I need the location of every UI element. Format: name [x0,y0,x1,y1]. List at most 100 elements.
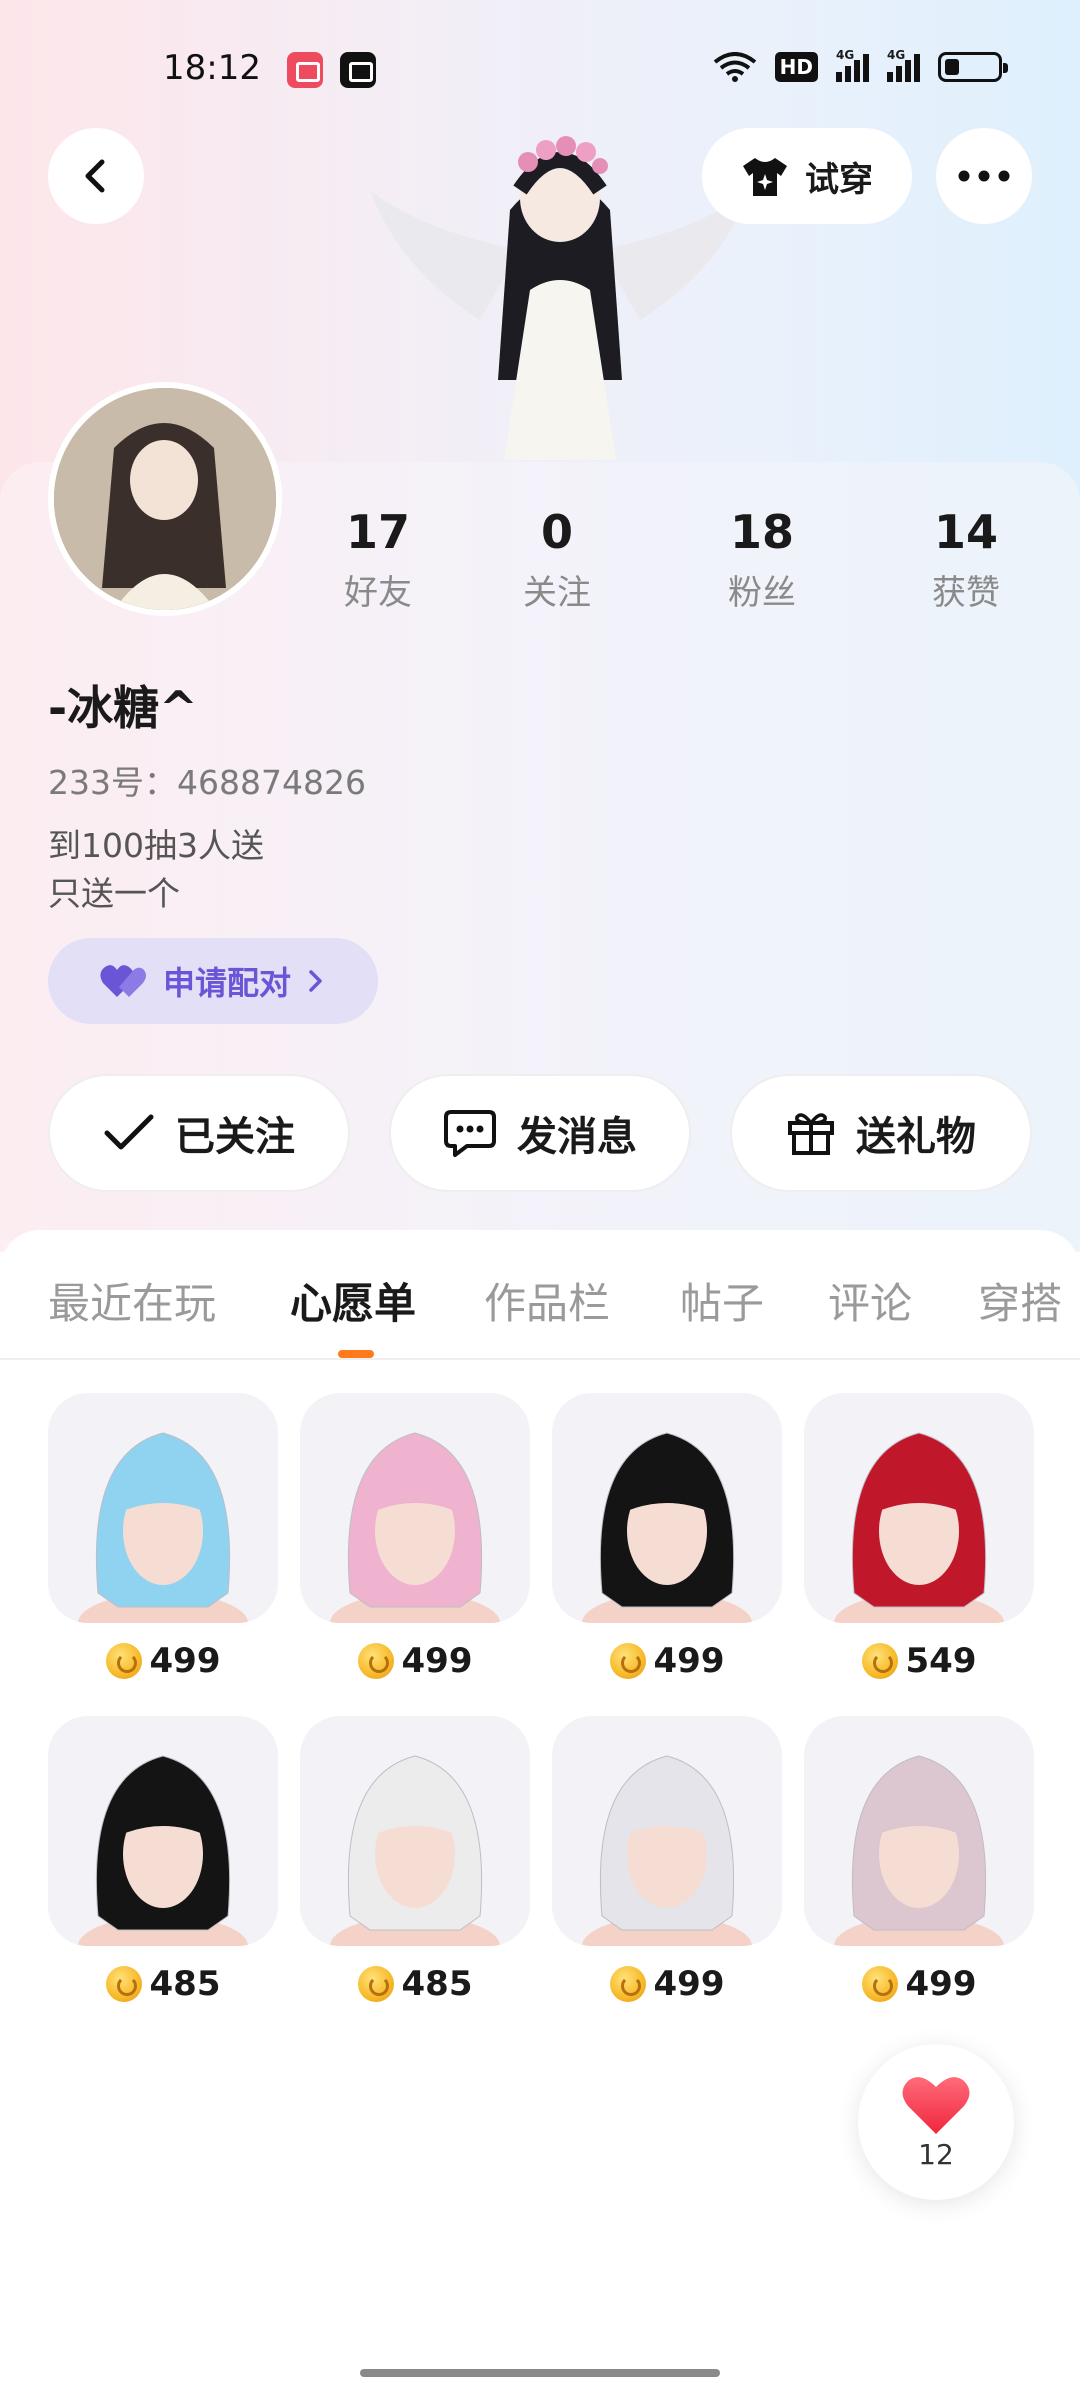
active-tab-indicator [338,1350,374,1358]
stat-friends[interactable]: 17 好友 [288,505,468,614]
item-price: 485 [48,1964,278,2004]
send-gift-label: 送礼物 [856,1114,976,1160]
wishlist-item[interactable]: 499 [804,1716,1034,2004]
hair-item-thumbnail [48,1393,278,1623]
chevron-left-icon [85,159,105,193]
stat-value: 0 [540,505,573,559]
stat-fans[interactable]: 18 粉丝 [672,505,852,614]
try-on-button[interactable]: 试穿 [702,128,912,224]
hair-icon [330,1432,500,1623]
hair-item-thumbnail [300,1393,530,1623]
hair-item-thumbnail [300,1716,530,1946]
item-price: 549 [804,1641,1034,1681]
price-value: 499 [653,1641,725,1681]
item-price: 499 [48,1641,278,1681]
username: -冰糖^ [48,681,198,735]
price-value: 499 [401,1641,473,1681]
tab-wishlist[interactable]: 心愿单 [290,1270,416,1331]
item-price: 499 [552,1641,782,1681]
hair-item-thumbnail [552,1393,782,1623]
item-price: 499 [300,1641,530,1681]
wishlist-item[interactable]: 485 [300,1716,530,2004]
stat-following[interactable]: 0 关注 [467,505,647,614]
price-value: 499 [905,1964,977,2004]
checkmark-icon [104,1114,154,1150]
followed-button[interactable]: 已关注 [48,1074,350,1192]
item-price: 485 [300,1964,530,2004]
price-value: 499 [653,1964,725,2004]
stat-label: 获赞 [932,573,1000,613]
hair-item-thumbnail [804,1393,1034,1623]
wishlist-item[interactable]: 485 [48,1716,278,2004]
coin-icon [609,1643,646,1679]
wishlist-item[interactable]: 549 [804,1393,1034,1681]
hair-icon [834,1432,1004,1623]
hair-item-thumbnail [804,1716,1034,1946]
coin-icon [105,1966,142,2002]
item-price: 499 [804,1964,1034,2004]
wishlist-item[interactable]: 499 [552,1393,782,1681]
avatar-3d-figure [370,136,750,460]
double-heart-icon [100,965,146,997]
gift-icon [788,1113,834,1155]
coin-icon [105,1643,142,1679]
chat-bubble-icon [444,1110,496,1157]
coin-icon [357,1966,394,2002]
tab-outfits[interactable]: 穿搭 [978,1270,1062,1331]
wishlist-item[interactable]: 499 [300,1393,530,1681]
coin-icon [861,1966,898,2002]
tab-posts[interactable]: 帖子 [680,1270,764,1331]
tshirt-icon [743,158,787,196]
hair-icon [78,1432,248,1623]
tab-works[interactable]: 作品栏 [484,1270,610,1331]
send-message-button[interactable]: 发消息 [389,1074,691,1192]
hair-icon [330,1755,500,1946]
item-price: 499 [552,1964,782,2004]
stat-label: 关注 [523,573,591,613]
tab-recently-played[interactable]: 最近在玩 [48,1270,216,1331]
stat-label: 粉丝 [728,573,796,613]
more-button[interactable] [936,128,1032,224]
like-button[interactable]: 12 [858,2044,1014,2200]
avatar-photo [54,388,276,610]
tab-bar: 最近在玩 心愿单 作品栏 帖子 评论 穿搭 [0,1230,1080,1360]
coin-icon [357,1643,394,1679]
price-value: 485 [401,1964,473,2004]
heart-icon [902,2076,970,2134]
battery-icon [938,52,1008,82]
hair-icon [78,1755,248,1946]
followed-label: 已关注 [175,1114,295,1160]
bio-line: 到100抽3人送 [48,826,264,865]
signal-icon: 4G [836,48,869,82]
wifi-icon [713,52,756,82]
hair-icon [582,1432,752,1623]
bio: 到100抽3人送 只送一个 [48,822,264,918]
coin-icon [861,1643,898,1679]
back-button[interactable] [48,128,144,224]
wishlist-item[interactable]: 499 [552,1716,782,2004]
status-icons: HD 4G 4G [713,48,1008,82]
price-value: 549 [905,1641,977,1681]
like-count: 12 [918,2137,954,2171]
coin-icon [609,1966,646,2002]
stat-value: 14 [933,505,998,559]
home-indicator[interactable] [360,2369,720,2377]
stat-likes[interactable]: 14 获赞 [876,505,1056,614]
hair-item-thumbnail [552,1716,782,1946]
screen-record-icon [287,52,323,88]
price-value: 485 [149,1964,221,2004]
request-pair-button[interactable]: 申请配对 [48,938,378,1024]
stat-value: 17 [345,505,410,559]
tab-comments[interactable]: 评论 [828,1270,912,1331]
send-gift-button[interactable]: 送礼物 [730,1074,1032,1192]
user-id: 233号：468874826 [48,763,366,802]
hair-item-thumbnail [48,1716,278,1946]
bio-line: 只送一个 [48,874,180,913]
request-pair-label: 申请配对 [162,964,291,1002]
send-message-label: 发消息 [517,1114,637,1160]
hd-voice-icon: HD [774,52,818,82]
avatar[interactable] [48,382,282,616]
signal-icon-2: 4G [887,48,920,82]
wishlist-item[interactable]: 499 [48,1393,278,1681]
hair-icon [582,1755,752,1946]
